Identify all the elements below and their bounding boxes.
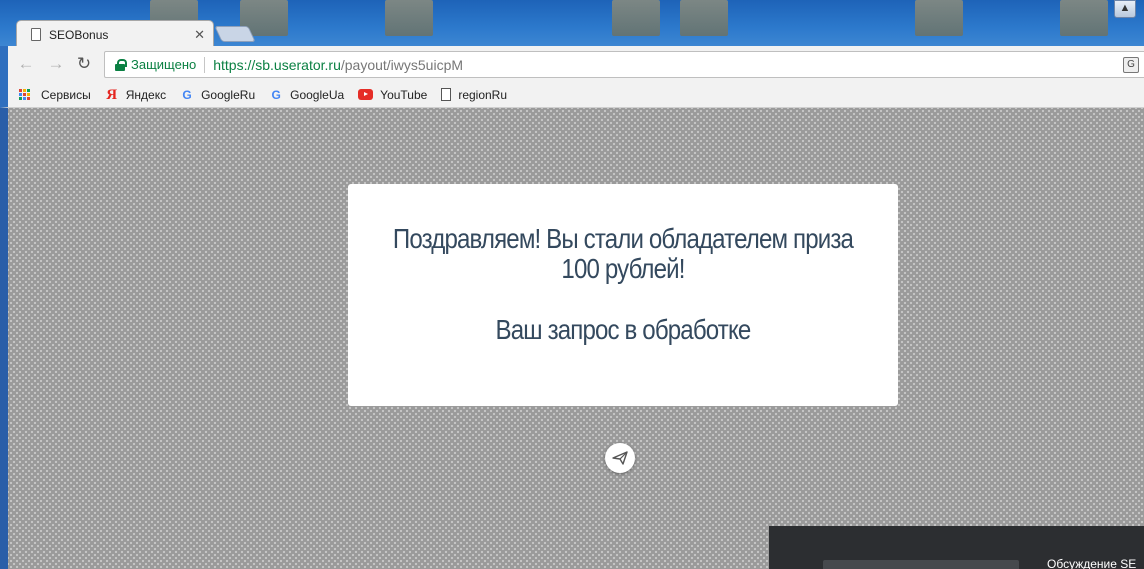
bookmark-services[interactable]: Сервисы: [18, 88, 91, 102]
apps-icon: [18, 88, 32, 102]
page-content: Поздравляем! Вы стали обладателем приза …: [8, 108, 1144, 569]
close-icon[interactable]: ✕: [194, 27, 205, 43]
lock-icon: [115, 58, 127, 71]
status-message: Ваш запрос в обработке: [495, 314, 752, 345]
bookmarks-bar: Сервисы Я Яндекс G GoogleRu G GoogleUa Y…: [0, 82, 1144, 108]
url-host: https://sb.userator.ru: [213, 56, 341, 73]
back-button[interactable]: ←: [16, 54, 36, 74]
tab-title: SEOBonus: [49, 27, 109, 42]
congrats-message: Поздравляем! Вы стали обладателем приза …: [387, 224, 860, 284]
divider: [204, 56, 206, 73]
address-bar[interactable]: Защищено https://sb.userator.ru/payout/i…: [104, 51, 1144, 78]
google-icon: G: [182, 87, 192, 102]
bookmark-googleua[interactable]: G GoogleUa: [269, 88, 344, 102]
new-tab-button[interactable]: [214, 26, 256, 42]
page-icon: [31, 28, 41, 41]
bookmark-label: YouTube: [380, 87, 428, 102]
bookmark-yandex[interactable]: Я Яндекс: [105, 86, 167, 103]
forward-button[interactable]: →: [46, 54, 66, 74]
bookmark-youtube[interactable]: YouTube: [358, 88, 427, 102]
tab-strip: SEOBonus ✕: [0, 18, 1144, 48]
translate-icon[interactable]: G: [1123, 57, 1139, 73]
bookmark-regionru[interactable]: regionRu: [441, 88, 507, 102]
youtube-icon: [358, 89, 374, 100]
send-button[interactable]: [605, 443, 635, 473]
bookmark-label: Яндекс: [125, 87, 167, 102]
page-icon: [441, 88, 452, 101]
bookmark-label: GoogleRu: [201, 87, 256, 102]
bookmark-label: GoogleUa: [290, 87, 345, 102]
browser-toolbar: ← → ↻ Защищено https://sb.userator.ru/pa…: [0, 46, 1144, 82]
paper-plane-icon: [612, 451, 628, 465]
congrats-line-1: Поздравляем! Вы стали обладателем приза: [392, 223, 854, 254]
tab-seobonus[interactable]: SEOBonus ✕: [16, 20, 214, 48]
chat-widget[interactable]: Обсуждение SE: [769, 526, 1144, 569]
chat-input[interactable]: [823, 560, 1019, 569]
chat-title: Обсуждение SE: [1047, 557, 1137, 569]
bookmark-googleru[interactable]: G GoogleRu: [180, 88, 255, 102]
yandex-icon: Я: [106, 86, 118, 103]
reload-button[interactable]: ↻: [74, 54, 94, 74]
bookmark-label: regionRu: [458, 87, 508, 102]
window-control-button[interactable]: ▲: [1114, 0, 1136, 18]
congrats-line-2: 100 рублей!: [561, 253, 685, 284]
bookmark-label: Сервисы: [41, 87, 91, 102]
secure-label: Защищено: [131, 57, 197, 72]
google-icon: G: [271, 87, 281, 102]
message-card: Поздравляем! Вы стали обладателем приза …: [348, 184, 898, 406]
url-path: /payout/iwys5uicpM: [340, 56, 464, 73]
